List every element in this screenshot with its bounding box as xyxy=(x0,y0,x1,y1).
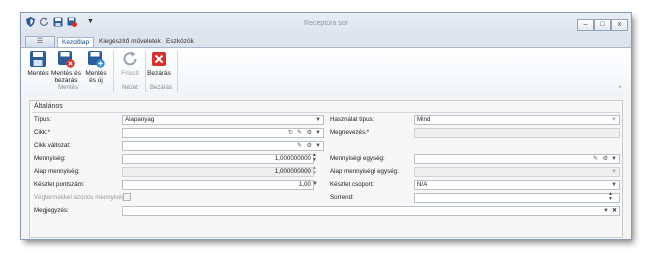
title-bar: ▼ Receptúra sor – □ x xyxy=(21,13,631,35)
window-title: Receptúra sor xyxy=(304,20,348,27)
window: ▼ Receptúra sor – □ x ☰ Kezdőlap Kiegész… xyxy=(20,12,632,240)
chevron-down-icon: ▼ xyxy=(315,117,321,123)
save-label: Mentés xyxy=(27,70,49,77)
stock-group-label: Készlet csoport: xyxy=(330,181,375,188)
group-close-label: Bezárás xyxy=(149,85,172,91)
unit-label: Mennyiségi egység: xyxy=(330,155,385,162)
order-spinner[interactable]: ▲ ▼ xyxy=(608,192,613,202)
gear-icon[interactable]: ⚙ xyxy=(307,129,312,137)
base-quantity-spinner[interactable]: ▲ ▼ xyxy=(312,166,317,176)
gear-icon[interactable]: ⚙ xyxy=(603,155,608,163)
group-save-label: Mentés xyxy=(58,85,78,91)
variant-label: Cikk változat: xyxy=(34,142,71,149)
save-and-new-button[interactable]: Mentés és új xyxy=(81,50,111,84)
name-field[interactable] xyxy=(414,128,620,138)
item-field[interactable]: ↻ ✎ ⚙ ▼ xyxy=(122,128,324,138)
base-quantity-field[interactable]: 1,000000000 xyxy=(122,167,314,177)
form-content: Általános Típus: Alapanyag ▼ Használat t… xyxy=(21,94,631,239)
save-close-label-2: bezárás xyxy=(54,77,78,84)
stock-group-select[interactable]: N/A ▼ xyxy=(414,180,620,190)
chevron-down-icon[interactable]: ▼ xyxy=(603,207,609,215)
maximize-button[interactable]: □ xyxy=(594,19,611,31)
save-new-label-2: és új xyxy=(89,77,103,84)
save-button[interactable]: Mentés xyxy=(23,50,53,77)
refresh-icon[interactable]: ↻ xyxy=(288,129,293,137)
save-new-label-1: Mentés xyxy=(85,70,107,77)
group-view-label: Nézet xyxy=(122,85,138,91)
clear-icon[interactable]: ✕ xyxy=(612,207,617,215)
base-quantity-label: Alap mennyiség: xyxy=(34,168,80,175)
group-separator xyxy=(177,51,178,92)
unit-field[interactable]: ✎ ⚙ ▼ xyxy=(414,154,620,164)
order-field[interactable] xyxy=(414,193,620,203)
group-separator xyxy=(113,51,114,92)
collapse-ribbon-icon[interactable]: ⌃ xyxy=(617,85,623,93)
stock-point-label: Készlet pontszám: xyxy=(34,181,85,188)
stock-point-field[interactable]: 1,00 xyxy=(122,180,314,190)
chevron-down-icon: ▼ xyxy=(611,117,617,123)
save-new-icon xyxy=(87,50,105,68)
item-label: Cikk:* xyxy=(34,129,51,136)
gear-icon[interactable]: ⚙ xyxy=(307,142,312,150)
usage-type-value: Mind xyxy=(417,116,431,123)
pencil-icon[interactable]: ✎ xyxy=(297,142,302,150)
variant-field[interactable]: ✎ ⚙ ▼ xyxy=(122,141,324,151)
stock-group-value: N/A xyxy=(417,181,428,188)
chevron-down-icon: ▼ xyxy=(611,169,617,175)
usage-type-label: Használat típus: xyxy=(330,116,375,123)
section-title: Általános xyxy=(34,103,63,110)
type-value: Alapanyag xyxy=(125,116,155,123)
quantity-label: Mennyiség: xyxy=(34,155,66,162)
section-divider xyxy=(32,112,620,113)
base-unit-label: Alap mennyiségi egység: xyxy=(330,168,399,175)
chevron-down-icon[interactable]: ▼ xyxy=(315,129,321,137)
close-label: Bezárás xyxy=(147,70,171,77)
general-section: Általános Típus: Alapanyag ▼ Használat t… xyxy=(29,100,623,238)
close-window-button[interactable]: x xyxy=(611,19,628,31)
close-button[interactable]: Bezárás xyxy=(139,50,179,77)
close-icon xyxy=(150,50,168,68)
chevron-down-icon[interactable]: ▼ xyxy=(611,155,617,163)
chevron-down-icon: ▼ xyxy=(611,182,617,188)
same-quantity-label: Végtermékkel azonos mennyiség xyxy=(34,194,126,201)
type-label: Típus: xyxy=(34,116,52,123)
quantity-field[interactable]: 1,000000000 xyxy=(122,154,314,164)
tab-finishing-operations[interactable]: Kiegészítő műveletek xyxy=(95,37,165,47)
order-label: Sorrend: xyxy=(330,194,354,201)
save-and-close-button[interactable]: Mentés és bezárás xyxy=(51,50,81,84)
same-quantity-checkbox[interactable] xyxy=(123,193,131,201)
pencil-icon[interactable]: ✎ xyxy=(593,155,598,163)
save-icon xyxy=(29,50,47,68)
ribbon: Mentés Mentés és bezárás Mentés és új Fr… xyxy=(21,47,631,95)
base-unit-select[interactable]: ▼ xyxy=(414,167,620,177)
save-close-icon xyxy=(57,50,75,68)
refresh-icon xyxy=(121,50,139,68)
save-close-label-1: Mentés és xyxy=(51,70,81,77)
note-label: Megjegyzés: xyxy=(34,207,69,214)
type-select[interactable]: Alapanyag ▼ xyxy=(122,115,324,125)
minimize-button[interactable]: – xyxy=(577,19,594,31)
note-field[interactable]: ▼ ✕ xyxy=(122,206,620,216)
chevron-down-icon[interactable]: ▼ xyxy=(312,181,318,187)
quantity-spinner[interactable]: ▲ ▼ xyxy=(312,153,317,163)
pencil-icon[interactable]: ✎ xyxy=(297,129,302,137)
usage-type-select[interactable]: Mind ▼ xyxy=(414,115,620,125)
tab-tools[interactable]: Eszközök xyxy=(162,37,198,47)
chevron-down-icon[interactable]: ▼ xyxy=(315,142,321,150)
name-label: Megnevezés:* xyxy=(330,129,370,136)
